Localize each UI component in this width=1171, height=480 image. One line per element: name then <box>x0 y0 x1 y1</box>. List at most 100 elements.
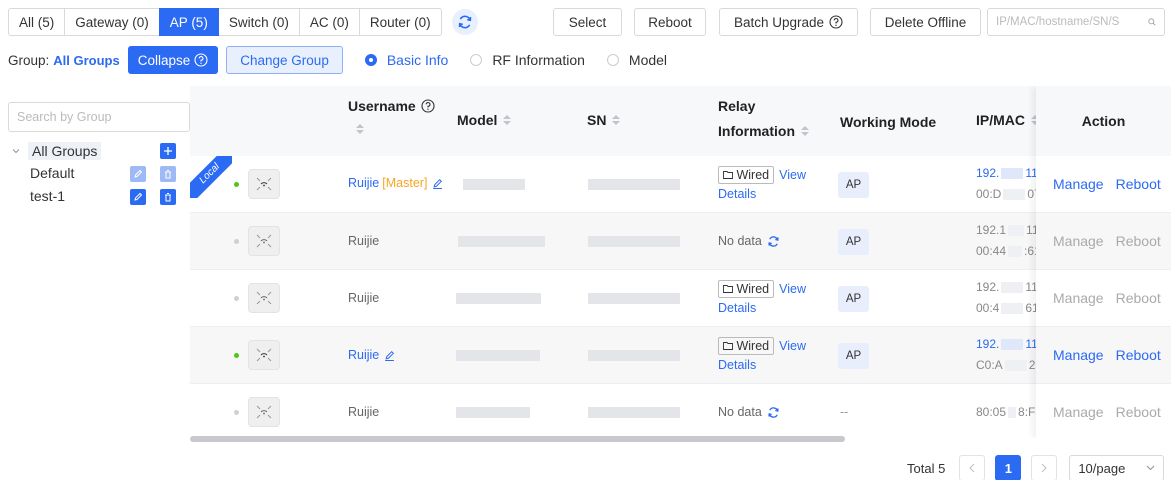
relay-details-link[interactable]: Details <box>718 187 756 201</box>
wifi-icon <box>256 405 272 419</box>
mac-value: C0:A <box>976 358 1003 372</box>
mac-cell: 00:4 61: <box>976 301 1042 315</box>
column-label: Model <box>457 112 498 128</box>
table-row: Local Ruijie [Master] Wired View Details… <box>190 156 1171 213</box>
model-masked <box>456 350 540 361</box>
online-status-dot <box>234 353 239 358</box>
tree-node-all-groups[interactable]: All Groups <box>12 142 102 160</box>
delete-offline-button[interactable]: Delete Offline <box>870 8 981 36</box>
local-tag: Local <box>190 156 232 198</box>
caret-down-icon[interactable] <box>12 147 20 155</box>
relay-cell: No data <box>718 405 780 419</box>
device-search-input[interactable] <box>996 16 1146 28</box>
action-column: Action Manage Reboot Manage Reboot Manag… <box>1036 86 1171 438</box>
sort-icon[interactable] <box>356 124 364 134</box>
radio-basic-info[interactable]: Basic Info <box>364 52 448 68</box>
ip-cell: 192. 11 <box>976 337 1038 351</box>
sn-masked <box>588 407 680 418</box>
ip-cell: 192. 11 <box>976 280 1038 294</box>
refresh-icon[interactable] <box>767 235 780 248</box>
manage-link[interactable]: Manage <box>1053 176 1104 192</box>
add-group-button[interactable] <box>160 143 176 159</box>
reboot-button[interactable]: Reboot <box>634 8 706 36</box>
tree-node-test-1[interactable]: test-1 <box>30 188 65 204</box>
relay-status: No data <box>718 405 762 419</box>
column-relay[interactable]: Information <box>718 123 809 139</box>
mac-cell: 00:44 :61: <box>976 244 1044 258</box>
pencil-icon <box>134 192 143 201</box>
tab-ac[interactable]: AC (0) <box>298 8 360 36</box>
device-search-box <box>987 8 1165 36</box>
collapse-button[interactable]: Collapse <box>127 46 219 74</box>
horizontal-scrollbar[interactable] <box>190 436 845 442</box>
mac-masked <box>1008 406 1017 418</box>
tree-node-default[interactable]: Default <box>30 165 74 181</box>
manage-link[interactable]: Manage <box>1053 347 1104 363</box>
delete-group-button[interactable] <box>160 166 176 182</box>
refresh-button[interactable] <box>451 9 478 35</box>
tab-switch[interactable]: Switch (0) <box>217 8 300 36</box>
relay-view-link[interactable]: View <box>779 282 806 296</box>
action-cell: Manage Reboot <box>1036 327 1171 384</box>
column-working-mode: Working Mode <box>840 114 936 130</box>
reboot-link[interactable]: Reboot <box>1116 176 1161 192</box>
group-search-input[interactable] <box>8 102 190 132</box>
ip-cell: 192.1 111 <box>976 223 1044 237</box>
tab-ap[interactable]: AP (5) <box>158 8 219 36</box>
column-ip-mac[interactable]: IP/MAC <box>976 112 1039 128</box>
select-button[interactable]: Select <box>553 8 622 36</box>
batch-upgrade-button[interactable]: Batch Upgrade <box>719 8 858 36</box>
mac-masked <box>1001 302 1024 314</box>
pencil-icon <box>134 169 143 178</box>
sort-icon[interactable] <box>612 115 621 125</box>
radio-model[interactable]: Model <box>606 52 667 68</box>
sort-icon[interactable] <box>503 115 512 125</box>
page-size-select[interactable]: 10/page <box>1069 455 1165 480</box>
manage-link: Manage <box>1053 290 1104 306</box>
column-model[interactable]: Model <box>457 112 512 128</box>
tab-router[interactable]: Router (0) <box>358 8 442 36</box>
tab-all[interactable]: All (5) <box>8 8 66 36</box>
ip-cell: 192. 11 <box>976 166 1038 180</box>
refresh-icon <box>458 15 471 29</box>
mac-masked <box>1004 359 1027 371</box>
local-corner-tag: Local <box>190 156 232 198</box>
username-link[interactable]: Ruijie <box>348 348 379 362</box>
relay-details-link[interactable]: Details <box>718 301 756 315</box>
reboot-link[interactable]: Reboot <box>1116 347 1161 363</box>
column-username[interactable]: Username <box>348 98 435 114</box>
relay-view-link[interactable]: View <box>779 339 806 353</box>
radio-rf-information[interactable]: RF Information <box>470 52 585 68</box>
ip-masked <box>1001 338 1024 350</box>
refresh-icon[interactable] <box>767 406 780 419</box>
total-count: Total 5 <box>907 460 946 476</box>
sort-icon[interactable] <box>801 126 809 136</box>
ip-value: 192. <box>976 280 1000 294</box>
edit-group-button[interactable] <box>130 166 146 182</box>
relay-type: Wired <box>736 339 770 353</box>
edit-group-button[interactable] <box>130 189 146 205</box>
ip-link[interactable]: 192. <box>976 337 999 351</box>
pencil-icon[interactable] <box>384 350 395 361</box>
pencil-icon[interactable] <box>432 178 443 189</box>
tab-gateway[interactable]: Gateway (0) <box>64 8 160 36</box>
model-masked <box>463 179 525 190</box>
column-label: SN <box>587 112 607 128</box>
search-icon[interactable] <box>1148 16 1156 28</box>
username-link[interactable]: Ruijie <box>348 176 379 190</box>
next-page-button[interactable] <box>1031 455 1058 480</box>
relay-cell: Wired View <box>718 280 806 298</box>
wifi-icon <box>256 291 272 305</box>
online-status-dot <box>234 182 239 187</box>
delete-group-button[interactable] <box>160 189 176 205</box>
column-sn[interactable]: SN <box>587 112 621 128</box>
prev-page-button[interactable] <box>959 455 986 480</box>
page-button[interactable]: 1 <box>995 455 1022 480</box>
wired-tag: Wired <box>718 337 775 355</box>
action-cell: Manage Reboot <box>1036 213 1171 270</box>
relay-details-link[interactable]: Details <box>718 358 756 372</box>
working-mode-cell: -- <box>840 405 849 419</box>
change-group-button[interactable]: Change Group <box>226 46 343 74</box>
ip-link[interactable]: 192. <box>976 166 999 180</box>
relay-view-link[interactable]: View <box>779 168 806 182</box>
